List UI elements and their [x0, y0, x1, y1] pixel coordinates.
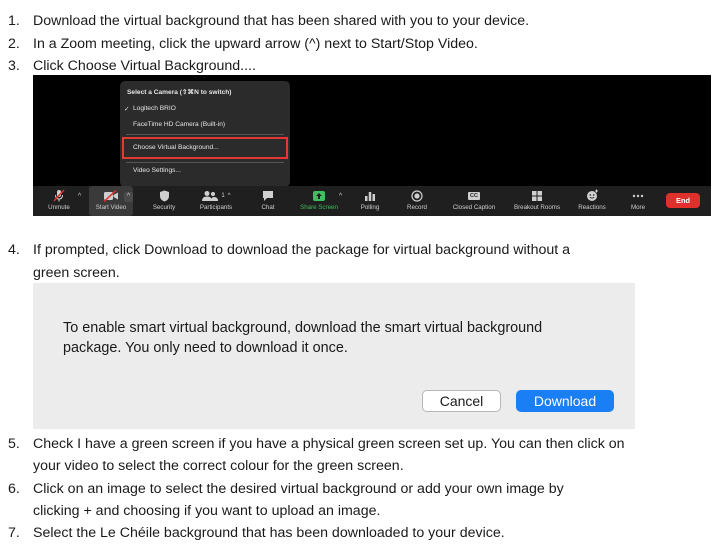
record-button[interactable]: Record: [402, 186, 432, 216]
step-number: 6.: [8, 481, 20, 497]
video-caret-button[interactable]: ^: [124, 192, 133, 202]
step-text-line-2: your video to select the correct colour …: [33, 458, 404, 474]
audio-caret-icon[interactable]: ^: [75, 192, 84, 202]
participants-caret-icon[interactable]: ^: [228, 193, 231, 199]
step-text: In a Zoom meeting, click the upward arro…: [33, 36, 478, 52]
step-text-line-1: Check I have a green screen if you have …: [33, 436, 625, 452]
shield-icon: [145, 189, 183, 202]
chat-icon: [253, 189, 283, 202]
step-text: Click Choose Virtual Background....: [33, 58, 256, 74]
bar-chart-icon: [355, 189, 385, 202]
share-screen-button[interactable]: Share Screen: [296, 186, 342, 216]
cc-icon: CC: [447, 189, 501, 202]
video-settings-item[interactable]: Video Settings...: [133, 167, 181, 174]
unmute-button[interactable]: Unmute: [41, 186, 77, 216]
unmute-label: Unmute: [48, 204, 70, 211]
chat-button[interactable]: Chat: [253, 186, 283, 216]
camera-option-logitech[interactable]: Logitech BRIO: [133, 105, 176, 112]
dialog-message-line-2: package. You only need to download it on…: [63, 340, 348, 356]
step-text-line-1: Click on an image to select the desired …: [33, 481, 564, 497]
menu-divider: [126, 162, 284, 163]
participants-button[interactable]: 1 ^ Participants: [192, 186, 240, 216]
participants-count: 1: [221, 192, 225, 199]
breakout-rooms-label: Breakout Rooms: [513, 204, 561, 211]
step-number: 5.: [8, 436, 20, 452]
closed-caption-button[interactable]: CC Closed Caption: [447, 186, 501, 216]
download-package-dialog: To enable smart virtual background, down…: [33, 283, 635, 429]
menu-divider: [126, 134, 284, 135]
closed-caption-label: Closed Caption: [452, 204, 496, 211]
more-dots-icon: [624, 189, 652, 202]
share-screen-label: Share Screen: [300, 204, 338, 211]
more-label: More: [630, 204, 646, 211]
reactions-label: Reactions: [578, 204, 606, 211]
polling-button[interactable]: Polling: [355, 186, 385, 216]
camera-menu: Select a Camera (⇧⌘N to switch) ✓ Logite…: [120, 81, 290, 187]
step-number: 7.: [8, 525, 20, 541]
end-meeting-button[interactable]: End: [666, 193, 700, 208]
breakout-rooms-icon: [508, 189, 566, 202]
dialog-message: To enable smart virtual background, down…: [63, 318, 608, 358]
dialog-message-line-1: To enable smart virtual background, down…: [63, 320, 543, 336]
reactions-icon: [573, 189, 611, 202]
camera-menu-header: Select a Camera (⇧⌘N to switch): [127, 89, 232, 96]
zoom-screenshot: Select a Camera (⇧⌘N to switch) ✓ Logite…: [33, 75, 711, 216]
start-video-label: Start Video: [95, 204, 127, 211]
step-text: Select the Le Chéile background that has…: [33, 525, 505, 541]
reactions-button[interactable]: Reactions: [573, 186, 611, 216]
security-label: Security: [152, 204, 176, 211]
participants-icon: 1 ^: [192, 189, 240, 202]
step-number: 1.: [8, 13, 20, 29]
chat-label: Chat: [261, 204, 275, 211]
step-text-line-2: clicking + and choosing if you want to u…: [33, 503, 381, 519]
step-text-line-1: If prompted, click Download to download …: [33, 242, 571, 258]
step-text: Download the virtual background that has…: [33, 13, 530, 29]
record-icon: [402, 189, 432, 202]
camera-checked-icon: ✓: [124, 106, 130, 113]
cancel-button[interactable]: Cancel: [422, 390, 501, 412]
step-text-line-2: green screen.: [33, 265, 120, 281]
choose-virtual-background-item[interactable]: Choose Virtual Background...: [133, 144, 219, 151]
step-number: 2.: [8, 36, 20, 52]
camera-option-facetime[interactable]: FaceTime HD Camera (Built-in): [133, 121, 225, 128]
share-caret-icon[interactable]: ^: [336, 192, 345, 202]
meeting-toolbar: Unmute ^ Start Video ^ Security 1 ^ Part…: [33, 186, 711, 216]
record-label: Record: [407, 204, 427, 211]
cc-icon-text: CC: [468, 191, 480, 200]
muted-mic-icon: [41, 189, 77, 202]
step-number: 3.: [8, 58, 20, 74]
participants-label: Participants: [199, 204, 233, 211]
breakout-rooms-button[interactable]: Breakout Rooms: [508, 186, 566, 216]
security-button[interactable]: Security: [145, 186, 183, 216]
download-button[interactable]: Download: [516, 390, 614, 412]
polling-label: Polling: [360, 204, 380, 211]
step-number: 4.: [8, 242, 20, 258]
more-button[interactable]: More: [624, 186, 652, 216]
